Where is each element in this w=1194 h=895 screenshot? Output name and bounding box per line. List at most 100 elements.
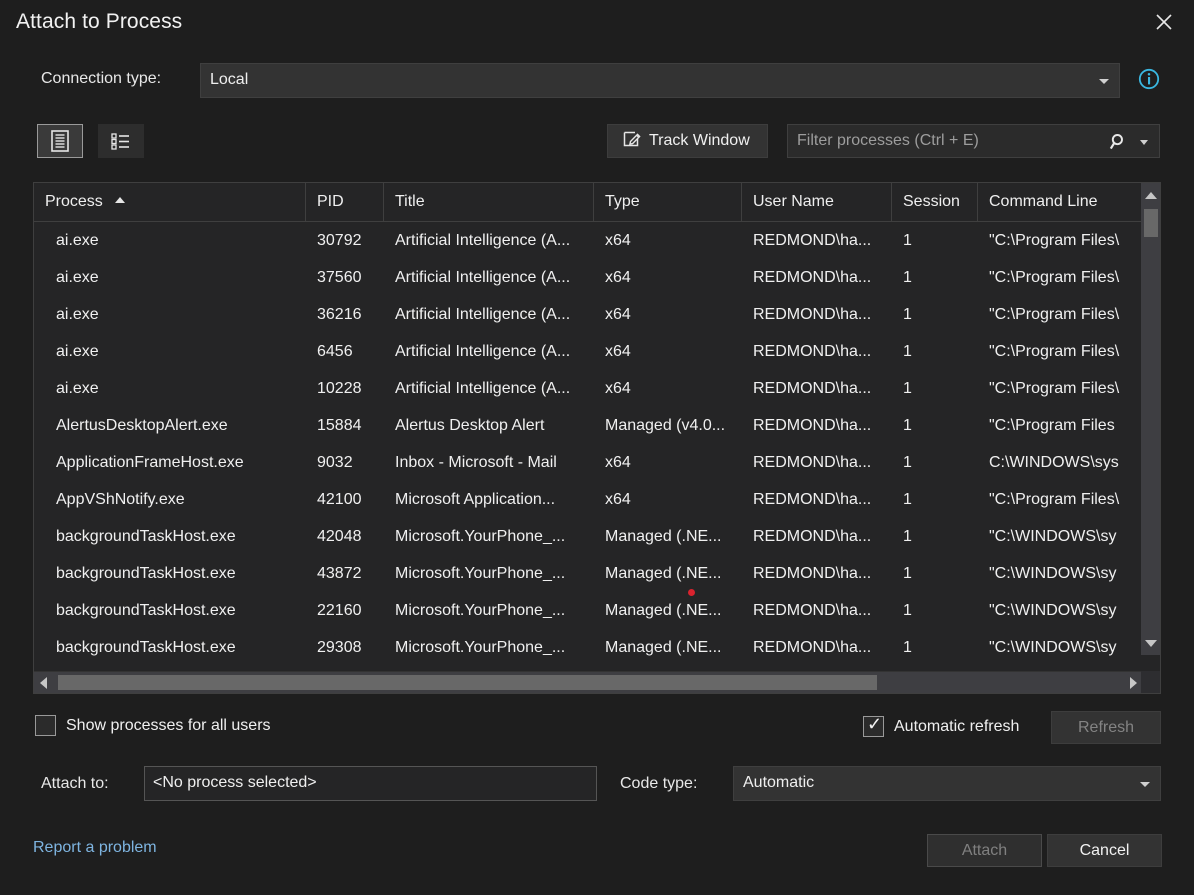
cell-process: AlertusDesktopAlert.exe (56, 417, 228, 434)
table-row[interactable]: ai.exe 6456 Artificial Intelligence (A... x… (34, 333, 1160, 370)
cell-process: ai.exe (56, 380, 99, 397)
search-icon[interactable] (1109, 132, 1129, 157)
scrollbar-corner (1141, 671, 1160, 693)
table-row[interactable]: ApplicationFrameHost.exe 9032 Inbox - Micr… (34, 444, 1160, 481)
cell-command-line: "C:\Program Files\ (989, 380, 1120, 397)
automatic-refresh-checkbox[interactable]: ✓ (863, 714, 884, 737)
table-row[interactable]: ai.exe 37560 Artificial Intelligence (A...… (34, 259, 1160, 296)
cell-title: Microsoft.YourPhone_... (395, 602, 566, 619)
cell-session: 1 (903, 491, 912, 508)
sort-ascending-icon (114, 196, 125, 203)
info-icon[interactable] (1138, 68, 1160, 95)
cell-user-name: REDMOND\ha... (753, 491, 872, 508)
horizontal-scrollbar-thumb[interactable] (58, 675, 877, 690)
table-row[interactable]: backgroundTaskHost.exe 43872 Microsoft.You… (34, 555, 1160, 592)
code-type-combobox[interactable]: Automatic (733, 766, 1161, 801)
cell-pid: 29308 (317, 639, 362, 656)
cell-pid: 22160 (317, 602, 362, 619)
cursor-marker (688, 589, 695, 596)
column-header-command-line[interactable]: Command Line (978, 183, 1143, 221)
attach-to-label: Attach to: (41, 775, 109, 792)
column-header-type[interactable]: Type (594, 183, 742, 221)
column-header-pid[interactable]: PID (306, 183, 384, 221)
cell-command-line: "C:\WINDOWS\sy (989, 528, 1117, 545)
cell-title: Artificial Intelligence (A... (395, 343, 571, 360)
connection-type-value: Local (210, 71, 249, 88)
column-header-process[interactable]: Process (34, 183, 306, 221)
cancel-button[interactable]: Cancel (1047, 834, 1162, 867)
scroll-left-arrow-icon[interactable] (34, 672, 53, 693)
automatic-refresh-label[interactable]: Automatic refresh (894, 718, 1019, 736)
show-all-users-label[interactable]: Show processes for all users (66, 717, 271, 735)
horizontal-scrollbar[interactable] (34, 671, 1143, 693)
attach-to-value: <No process selected> (153, 774, 317, 791)
filter-processes-input[interactable]: Filter processes (Ctrl + E) (787, 124, 1160, 158)
cell-command-line: "C:\Program Files\ (989, 491, 1120, 508)
cell-command-line: "C:\Program Files\ (989, 306, 1120, 323)
attach-to-field[interactable]: <No process selected> (144, 766, 597, 801)
cell-title: Alertus Desktop Alert (395, 417, 545, 434)
cell-process: backgroundTaskHost.exe (56, 528, 236, 545)
attach-to-process-dialog: Attach to Process Connection type: Local (0, 0, 1194, 895)
table-row[interactable]: backgroundTaskHost.exe 22160 Microsoft.You… (34, 592, 1160, 629)
page-title: Attach to Process (16, 10, 183, 33)
cell-command-line: "C:\Program Files\ (989, 232, 1120, 249)
chevron-down-icon (1140, 782, 1150, 787)
filter-chevron-down-icon[interactable] (1140, 140, 1148, 145)
table-row[interactable]: AppVShNotify.exe 42100 Microsoft Applicati… (34, 481, 1160, 518)
cell-session: 1 (903, 417, 912, 434)
cell-session: 1 (903, 232, 912, 249)
cell-type: Managed (.NE... (605, 602, 722, 619)
table-row[interactable]: backgroundTaskHost.exe 42048 Microsoft.You… (34, 518, 1160, 555)
cell-user-name: REDMOND\ha... (753, 528, 872, 545)
cell-pid: 30792 (317, 232, 362, 249)
cell-command-line: C:\WINDOWS\sys (989, 454, 1119, 471)
column-header-title[interactable]: Title (384, 183, 594, 221)
cell-user-name: REDMOND\ha... (753, 343, 872, 360)
cell-type: Managed (.NE... (605, 565, 722, 582)
cell-pid: 42048 (317, 528, 362, 545)
column-header-session[interactable]: Session (892, 183, 978, 221)
table-row[interactable]: ai.exe 30792 Artificial Intelligence (A...… (34, 222, 1160, 259)
table-row[interactable]: ai.exe 10228 Artificial Intelligence (A...… (34, 370, 1160, 407)
column-header-user-name[interactable]: User Name (742, 183, 892, 221)
cell-user-name: REDMOND\ha... (753, 306, 872, 323)
scroll-up-arrow-icon[interactable] (1141, 186, 1160, 205)
track-window-label: Track Window (649, 132, 750, 149)
attach-button[interactable]: Attach (927, 834, 1042, 867)
cell-pid: 9032 (317, 454, 353, 471)
code-type-value: Automatic (743, 774, 815, 791)
table-row[interactable]: backgroundTaskHost.exe 29308 Microsoft.You… (34, 629, 1160, 666)
cell-session: 1 (903, 639, 912, 656)
vertical-scrollbar-thumb[interactable] (1144, 209, 1158, 237)
cell-title: Microsoft Application... (395, 491, 556, 508)
cell-pid: 43872 (317, 565, 362, 582)
cell-title: Artificial Intelligence (A... (395, 232, 571, 249)
grouped-list-view-icon[interactable] (98, 124, 144, 158)
cell-process: backgroundTaskHost.exe (56, 602, 236, 619)
cell-type: x64 (605, 454, 631, 471)
cell-pid: 37560 (317, 269, 362, 286)
vertical-scrollbar[interactable] (1141, 183, 1160, 655)
document-list-view-icon[interactable] (37, 124, 83, 158)
cell-command-line: "C:\WINDOWS\sy (989, 602, 1117, 619)
cell-pid: 42100 (317, 491, 362, 508)
scroll-down-arrow-icon[interactable] (1141, 634, 1160, 653)
cell-command-line: "C:\WINDOWS\sy (989, 565, 1117, 582)
cell-process: backgroundTaskHost.exe (56, 565, 236, 582)
close-icon[interactable] (1142, 4, 1186, 40)
table-row[interactable]: AlertusDesktopAlert.exe 15884 Alertus Desk… (34, 407, 1160, 444)
refresh-button[interactable]: Refresh (1051, 711, 1161, 744)
cell-pid: 15884 (317, 417, 362, 434)
cell-title: Inbox - Microsoft - Mail (395, 454, 557, 471)
chevron-down-icon (1099, 79, 1109, 84)
track-window-button[interactable]: Track Window (607, 124, 768, 158)
title-bar: Attach to Process (0, 0, 1194, 48)
process-table: Process PID Title Type User Name Session… (33, 182, 1161, 694)
connection-type-combobox[interactable]: Local (200, 63, 1120, 98)
cell-type: Managed (.NE... (605, 528, 722, 545)
show-all-users-checkbox[interactable] (35, 715, 56, 736)
cell-user-name: REDMOND\ha... (753, 269, 872, 286)
report-a-problem-link[interactable]: Report a problem (33, 839, 157, 857)
table-row[interactable]: ai.exe 36216 Artificial Intelligence (A...… (34, 296, 1160, 333)
